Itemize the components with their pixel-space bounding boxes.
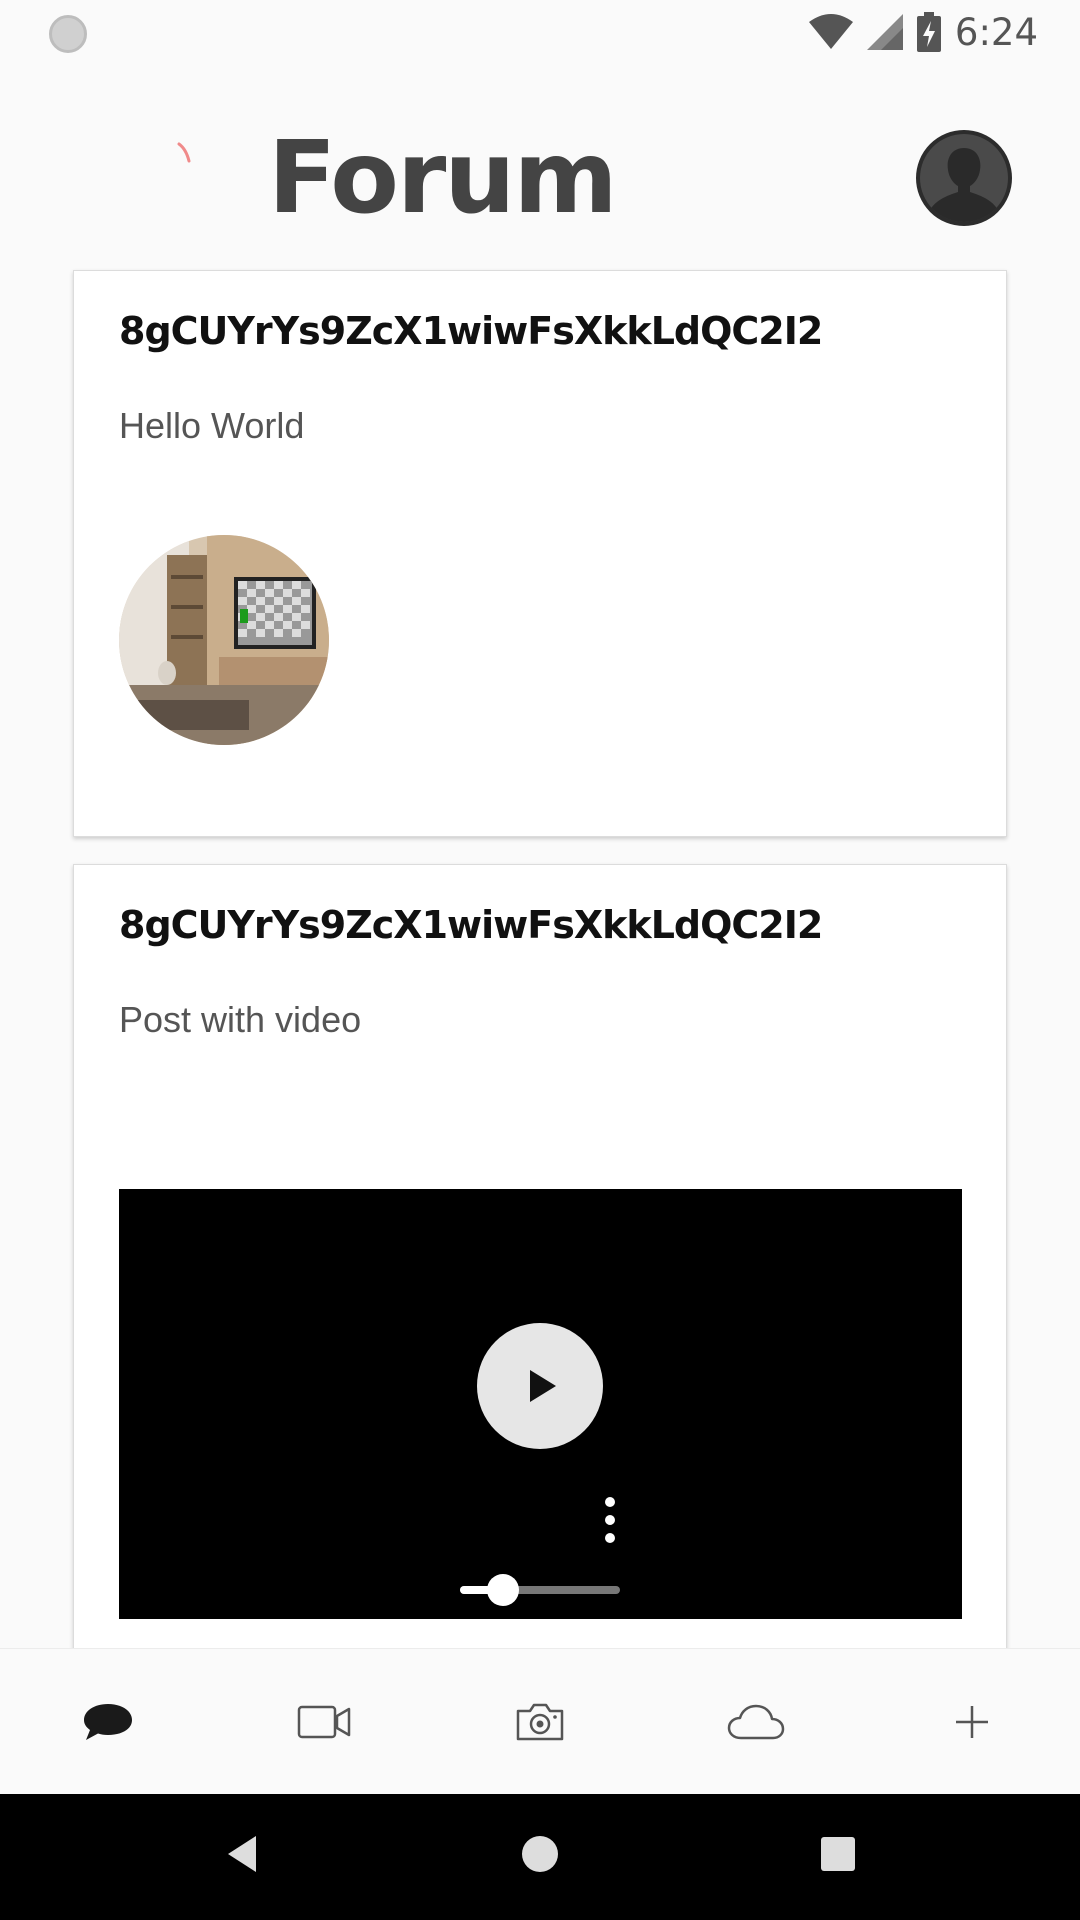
page-title: Forum <box>268 119 618 236</box>
battery-charging-icon <box>916 12 941 52</box>
post-text: Post with video <box>119 999 362 1040</box>
recents-icon[interactable] <box>816 1832 860 1876</box>
post-card[interactable]: 8gCUYrYs9ZcX1wiwFsXkkLdQC2I2 Post with v… <box>73 864 1007 1648</box>
post-image-thumbnail[interactable] <box>119 535 329 745</box>
status-icons: 6:24 <box>808 8 1038 56</box>
tab-cloud[interactable] <box>648 1649 864 1794</box>
status-bar: 6:24 <box>0 0 1080 63</box>
play-button[interactable] <box>477 1323 603 1449</box>
plus-icon <box>956 1705 988 1738</box>
profile-avatar-button[interactable] <box>916 130 1012 226</box>
video-seek-bar[interactable] <box>460 1574 620 1606</box>
home-icon[interactable] <box>518 1832 562 1876</box>
seek-thumb[interactable] <box>487 1574 520 1606</box>
app-header: Forum <box>0 63 1080 263</box>
more-options-icon[interactable] <box>595 1495 625 1545</box>
user-silhouette-icon <box>920 134 1008 222</box>
room-photo-image <box>119 535 329 745</box>
post-card[interactable]: 8gCUYrYs9ZcX1wiwFsXkkLdQC2I2 Hello World <box>73 270 1007 837</box>
system-nav-bar <box>0 1794 1080 1920</box>
play-icon <box>530 1370 556 1402</box>
post-feed[interactable]: 8gCUYrYs9ZcX1wiwFsXkkLdQC2I2 Hello World <box>0 268 1080 1648</box>
sync-indicator-icon <box>49 15 87 53</box>
chat-bubble-icon <box>84 1703 132 1740</box>
bottom-tab-bar <box>0 1648 1080 1794</box>
post-author: 8gCUYrYs9ZcX1wiwFsXkkLdQC2I2 <box>119 309 823 353</box>
photo-camera-icon <box>516 1703 564 1740</box>
wifi-icon <box>808 14 853 49</box>
back-icon[interactable] <box>222 1832 266 1876</box>
post-text: Hello World <box>119 405 305 446</box>
video-player[interactable] <box>119 1189 962 1619</box>
status-time: 6:24 <box>954 10 1038 54</box>
tab-photos[interactable] <box>432 1649 648 1794</box>
loading-spinner-icon <box>177 142 191 163</box>
video-camera-icon <box>297 1705 351 1738</box>
cell-signal-icon <box>866 14 903 50</box>
screen: 6:24 Forum 8gCUYrYs9ZcX1wiwFsXkkLdQC2I2 … <box>0 0 1080 1920</box>
tab-forum[interactable] <box>0 1649 216 1794</box>
cloud-icon <box>727 1704 785 1739</box>
tab-videos[interactable] <box>216 1649 432 1794</box>
post-author: 8gCUYrYs9ZcX1wiwFsXkkLdQC2I2 <box>119 903 823 947</box>
tab-add[interactable] <box>864 1649 1080 1794</box>
